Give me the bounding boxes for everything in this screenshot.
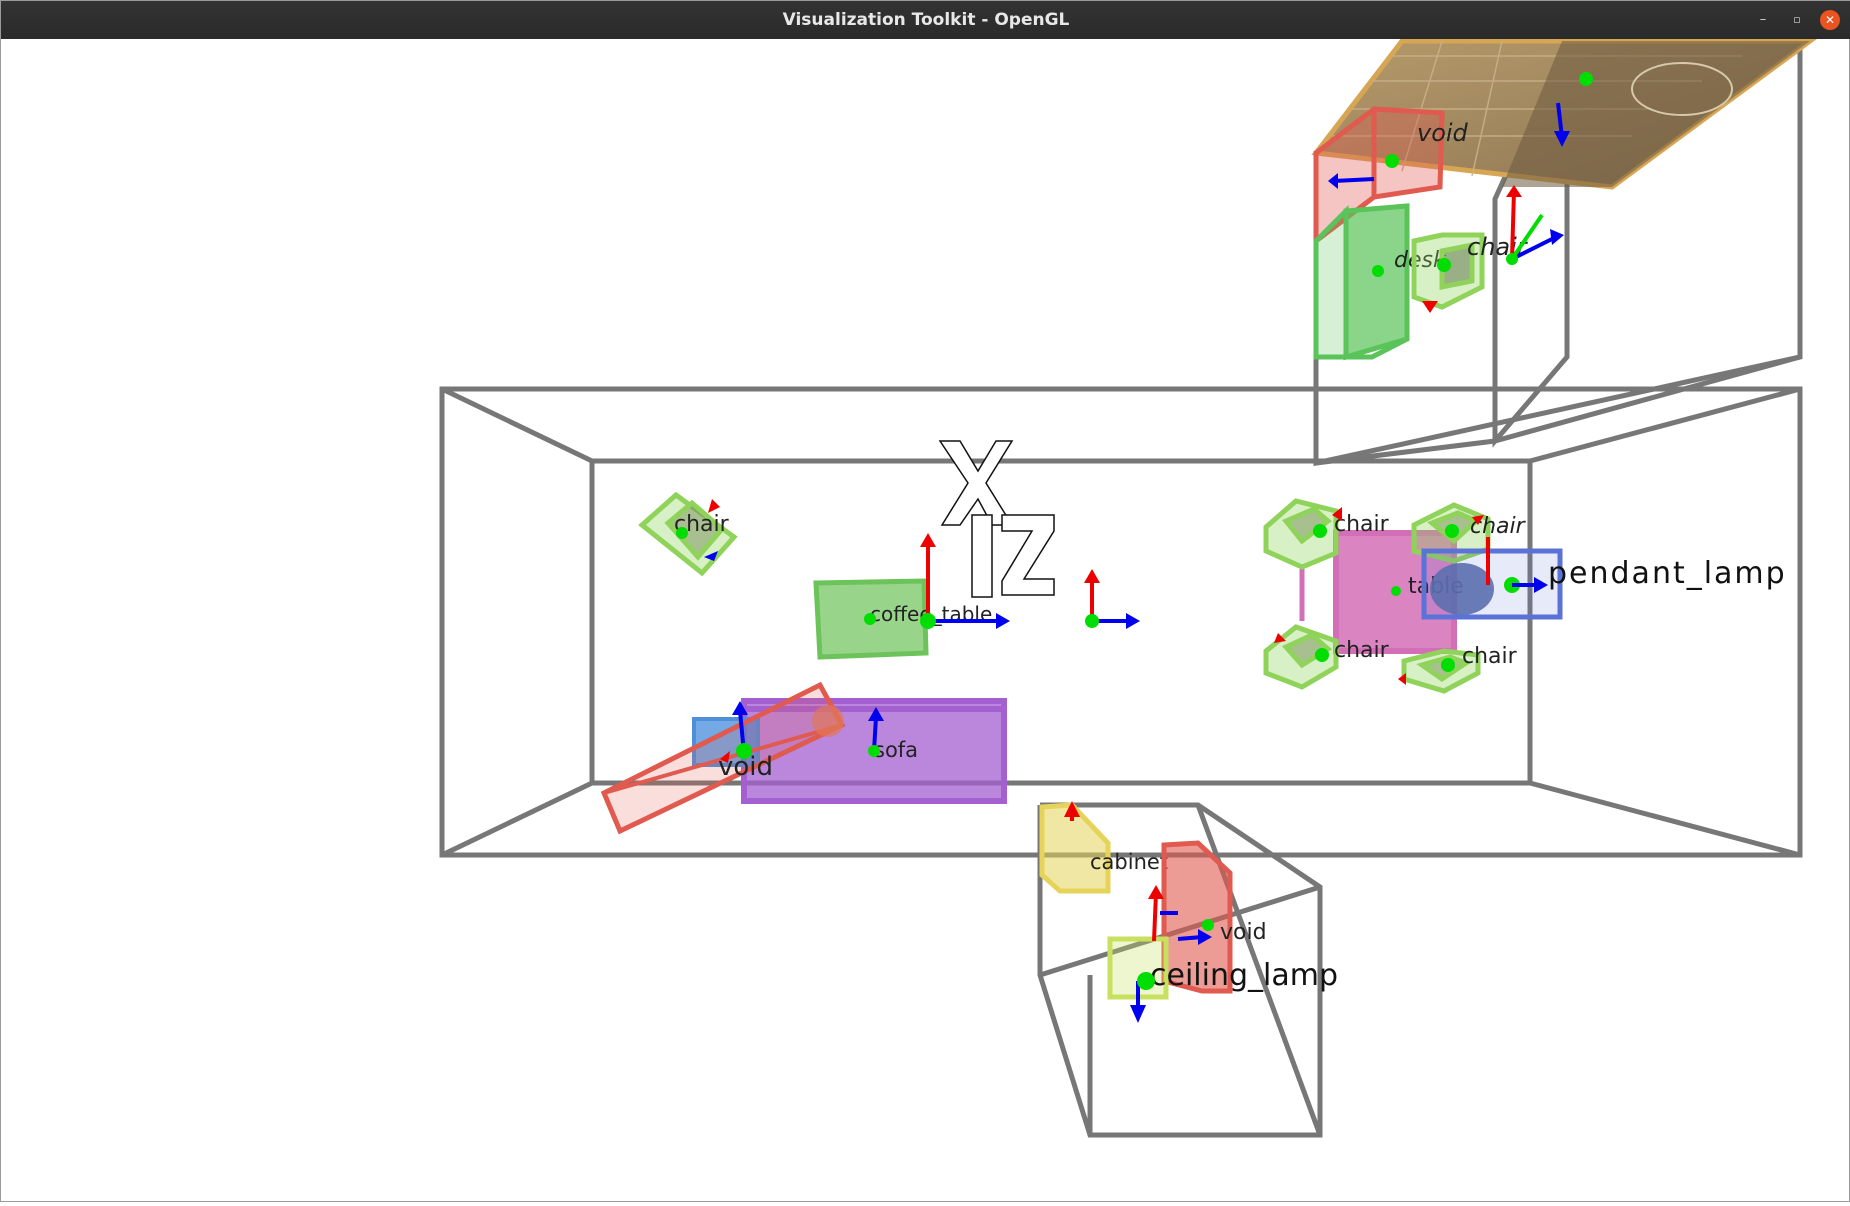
bbox-cabinet [1039, 802, 1111, 894]
label-void-top: void [1417, 119, 1469, 147]
label-chair-r1: chair [1334, 512, 1390, 537]
label-chair-r4: chair [1462, 644, 1518, 669]
label-cabinet: cabinet [1090, 850, 1168, 874]
label-pendant-lamp: pendant_lamp [1548, 556, 1787, 591]
label-sofa: sofa [874, 738, 918, 762]
bbox-desk [1313, 203, 1410, 361]
scene-canvas[interactable]: void desk chair [2, 38, 1850, 1202]
close-button[interactable]: ✕ [1820, 10, 1840, 30]
render-viewport[interactable]: void desk chair [2, 38, 1850, 1202]
title-bar[interactable]: Visualization Toolkit - OpenGL – ▫ ✕ [1, 1, 1850, 39]
label-void-bottom: void [1220, 920, 1267, 945]
label-chair-r3: chair [1334, 638, 1390, 663]
maximize-button[interactable]: ▫ [1787, 10, 1807, 30]
minimize-button[interactable]: – [1753, 10, 1773, 30]
label-ceiling-lamp: ceiling_lamp [1150, 958, 1338, 993]
vtk-window: Visualization Toolkit - OpenGL – ▫ ✕ voi… [0, 0, 1850, 1202]
axes-xyz-glyph [938, 440, 1055, 598]
window-title: Visualization Toolkit - OpenGL [782, 10, 1070, 30]
